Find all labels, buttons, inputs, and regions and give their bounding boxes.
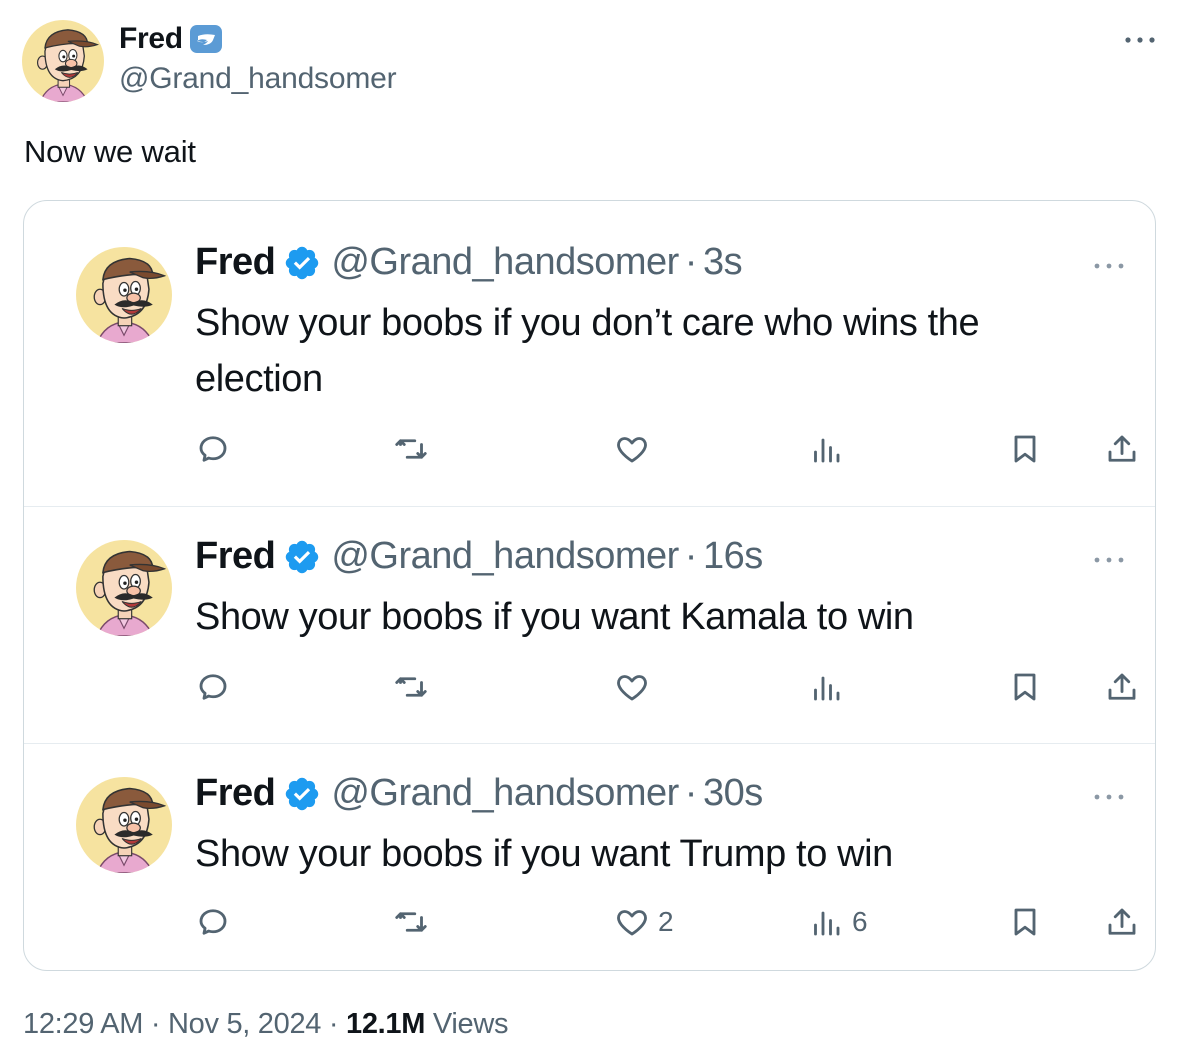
post-time[interactable]: 3s [703,241,743,284]
post-date[interactable]: Nov 5, 2024 [168,1008,321,1040]
more-icon[interactable] [1122,28,1158,52]
author-name[interactable]: Fred [119,22,183,56]
action-bar [195,667,1136,707]
author-name-row[interactable]: Fred [119,22,223,56]
retweet-button[interactable] [393,429,429,469]
verified-badge-icon [286,246,319,279]
post-header: Fred @Grand_handsomer · 30s [195,772,763,815]
bookmark-button[interactable] [1007,902,1043,942]
thread-post[interactable]: Fred @Grand_handsomer · 30s Show your bo… [24,743,1155,970]
reply-icon [199,436,227,462]
quoted-thread-card[interactable]: Fred @Grand_handsomer · 3s Show your boo… [23,200,1156,971]
share-button[interactable] [1104,429,1140,469]
author-avatar[interactable] [22,20,104,102]
views-label: Views [432,1008,509,1040]
views-button[interactable] [808,667,844,707]
separator: · [684,772,698,814]
author-handle[interactable]: @Grand_handsomer [331,772,679,815]
heart-icon [617,910,647,936]
post-header: Fred @Grand_handsomer · 3s [195,241,743,284]
bookmark-icon [1014,435,1036,463]
separator: · [328,1008,339,1040]
avatar[interactable] [76,247,172,343]
action-bar [195,429,1136,469]
like-button[interactable] [614,667,650,707]
post-time[interactable]: 16s [703,535,763,578]
post-text: Show your boobs if you don’t care who wi… [195,302,980,400]
separator: · [684,241,698,283]
author-name[interactable]: Fred [195,241,276,284]
avatar[interactable] [76,777,172,873]
thread-post[interactable]: Fred @Grand_handsomer · 16s Show your bo… [24,506,1155,743]
separator: · [150,1008,161,1040]
share-icon [1108,673,1136,700]
bookmark-icon [1014,908,1036,936]
views-icon [814,676,840,701]
views-button[interactable]: 6 [808,902,868,942]
heart-icon [617,437,647,463]
retweet-button[interactable] [393,902,429,942]
post-time[interactable]: 30s [703,772,763,815]
verified-badge-icon [286,540,319,573]
author-handle[interactable]: @Grand_handsomer [331,241,679,284]
author-handle[interactable]: @Grand_handsomer [119,62,397,96]
like-count: 2 [658,906,674,937]
views-button[interactable] [808,429,844,469]
view-count: 6 [852,906,868,937]
reply-button[interactable] [195,667,231,707]
views-icon [814,911,840,936]
author-name[interactable]: Fred [195,772,276,815]
action-bar: 2 6 [195,902,1136,942]
heart-icon [617,675,647,701]
separator: · [684,535,698,577]
share-icon [1108,908,1136,935]
bookmark-icon [1014,673,1036,701]
more-icon[interactable] [1091,788,1127,806]
post-header: Fred @Grand_handsomer · 16s [195,535,763,578]
retweet-icon [395,439,427,459]
like-button[interactable] [614,429,650,469]
bookmark-button[interactable] [1007,429,1043,469]
more-icon[interactable] [1091,257,1127,275]
post-meta: 12:29 AM · Nov 5, 2024 · 12.1M Views [23,1008,509,1041]
verified-legacy-badge-icon [189,24,223,54]
share-icon [1108,435,1136,462]
author-name[interactable]: Fred [195,535,276,578]
thread-post[interactable]: Fred @Grand_handsomer · 3s Show your boo… [24,201,1155,506]
post-time[interactable]: 12:29 AM [23,1008,143,1040]
post-text: Now we wait [24,134,196,169]
reply-button[interactable] [195,902,231,942]
share-button[interactable] [1104,902,1140,942]
retweet-icon [395,677,427,697]
retweet-button[interactable] [393,667,429,707]
views-icon [814,438,840,463]
avatar[interactable] [76,540,172,636]
reply-icon [199,674,227,700]
retweet-icon [395,912,427,932]
author-handle[interactable]: @Grand_handsomer [331,535,679,578]
views-count[interactable]: 12.1M [346,1008,425,1040]
share-button[interactable] [1104,667,1140,707]
reply-icon [199,909,227,935]
bookmark-button[interactable] [1007,667,1043,707]
reply-button[interactable] [195,429,231,469]
like-button[interactable]: 2 [614,902,674,942]
post-text: Show your boobs if you want Trump to win [195,833,893,875]
post-text: Show your boobs if you want Kamala to wi… [195,596,914,638]
more-icon[interactable] [1091,551,1127,569]
verified-badge-icon [286,777,319,810]
